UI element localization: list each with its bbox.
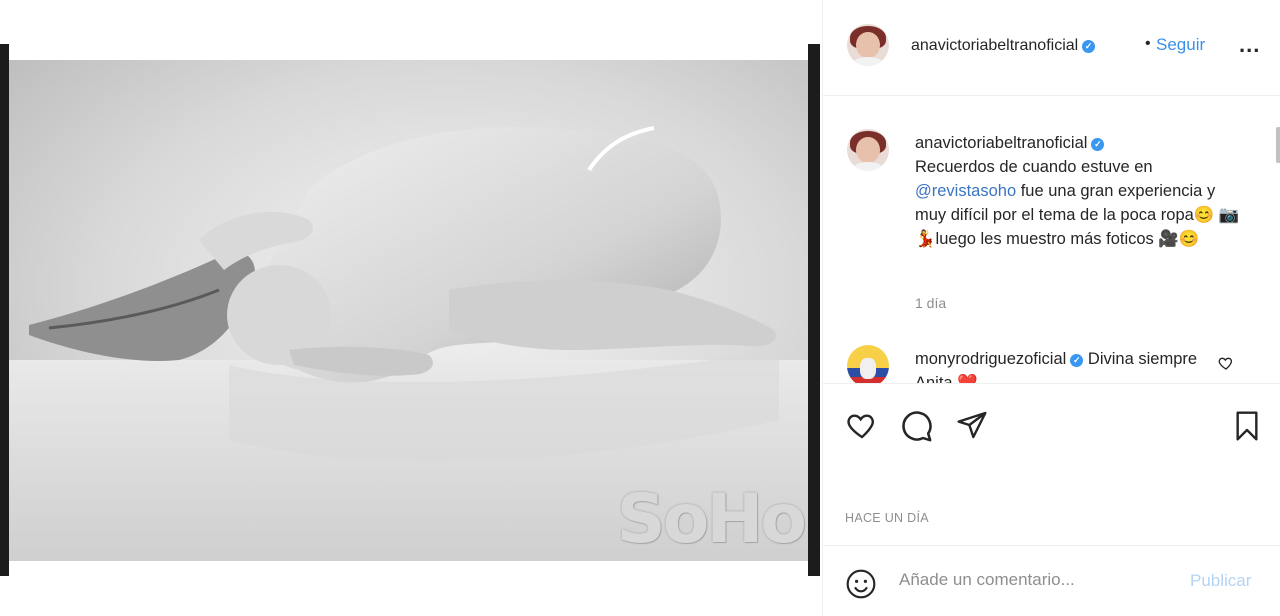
mention-link[interactable]: @revistasoho <box>915 182 1016 200</box>
post-timestamp[interactable]: HACE UN DÍA <box>845 511 929 525</box>
caption-author-avatar[interactable] <box>847 129 889 171</box>
publish-button[interactable]: Publicar <box>1190 571 1251 591</box>
caption-time[interactable]: 1 día <box>915 295 946 311</box>
comment-item: monyrodriguezoficial ✓ Divina siempre Ani… <box>915 347 1215 383</box>
verified-badge-icon: ✓ <box>1070 354 1084 367</box>
post-media-area: SoHo <box>0 0 822 616</box>
header-separator: • <box>1145 35 1151 52</box>
paper-plane-icon[interactable] <box>955 409 989 441</box>
verified-badge-icon: ✓ <box>1082 40 1096 53</box>
post-actions-bar <box>823 383 1280 443</box>
comments-scrollbar[interactable] <box>1276 127 1280 163</box>
comment-input[interactable] <box>899 570 1179 590</box>
comment-like-heart-icon[interactable] <box>1218 355 1234 371</box>
author-avatar[interactable] <box>847 24 889 66</box>
comment-composer: Publicar <box>823 545 1280 616</box>
bookmark-icon[interactable] <box>1231 409 1263 443</box>
verified-badge-icon: ✓ <box>1091 138 1105 151</box>
soho-watermark: SoHo <box>616 480 807 559</box>
post-header: anavictoriabeltranoficial ✓ • Seguir ... <box>823 0 1280 96</box>
post-side-panel: anavictoriabeltranoficial ✓ • Seguir ... … <box>822 0 1280 616</box>
commenter-avatar[interactable] <box>847 345 889 383</box>
comment-bubble-icon[interactable] <box>899 409 933 443</box>
media-letterbox-right <box>808 44 820 576</box>
author-username[interactable]: anavictoriabeltranoficial ✓ <box>911 37 1096 55</box>
caption-username[interactable]: anavictoriabeltranoficial <box>915 134 1087 152</box>
post-caption: anavictoriabeltranoficial ✓ Recuerdos de … <box>915 131 1245 251</box>
comments-list: anavictoriabeltranoficial ✓ Recuerdos de … <box>823 97 1280 383</box>
media-letterbox-left <box>0 44 9 576</box>
emoji-icon[interactable] <box>845 568 877 600</box>
heart-icon[interactable] <box>845 409 879 441</box>
post-photo[interactable]: SoHo <box>9 60 808 561</box>
commenter-username[interactable]: monyrodriguezoficial <box>915 350 1066 368</box>
caption-text-before: Recuerdos de cuando estuve en <box>915 158 1153 176</box>
more-options-icon[interactable]: ... <box>1239 32 1260 58</box>
follow-button[interactable]: Seguir <box>1156 35 1205 55</box>
